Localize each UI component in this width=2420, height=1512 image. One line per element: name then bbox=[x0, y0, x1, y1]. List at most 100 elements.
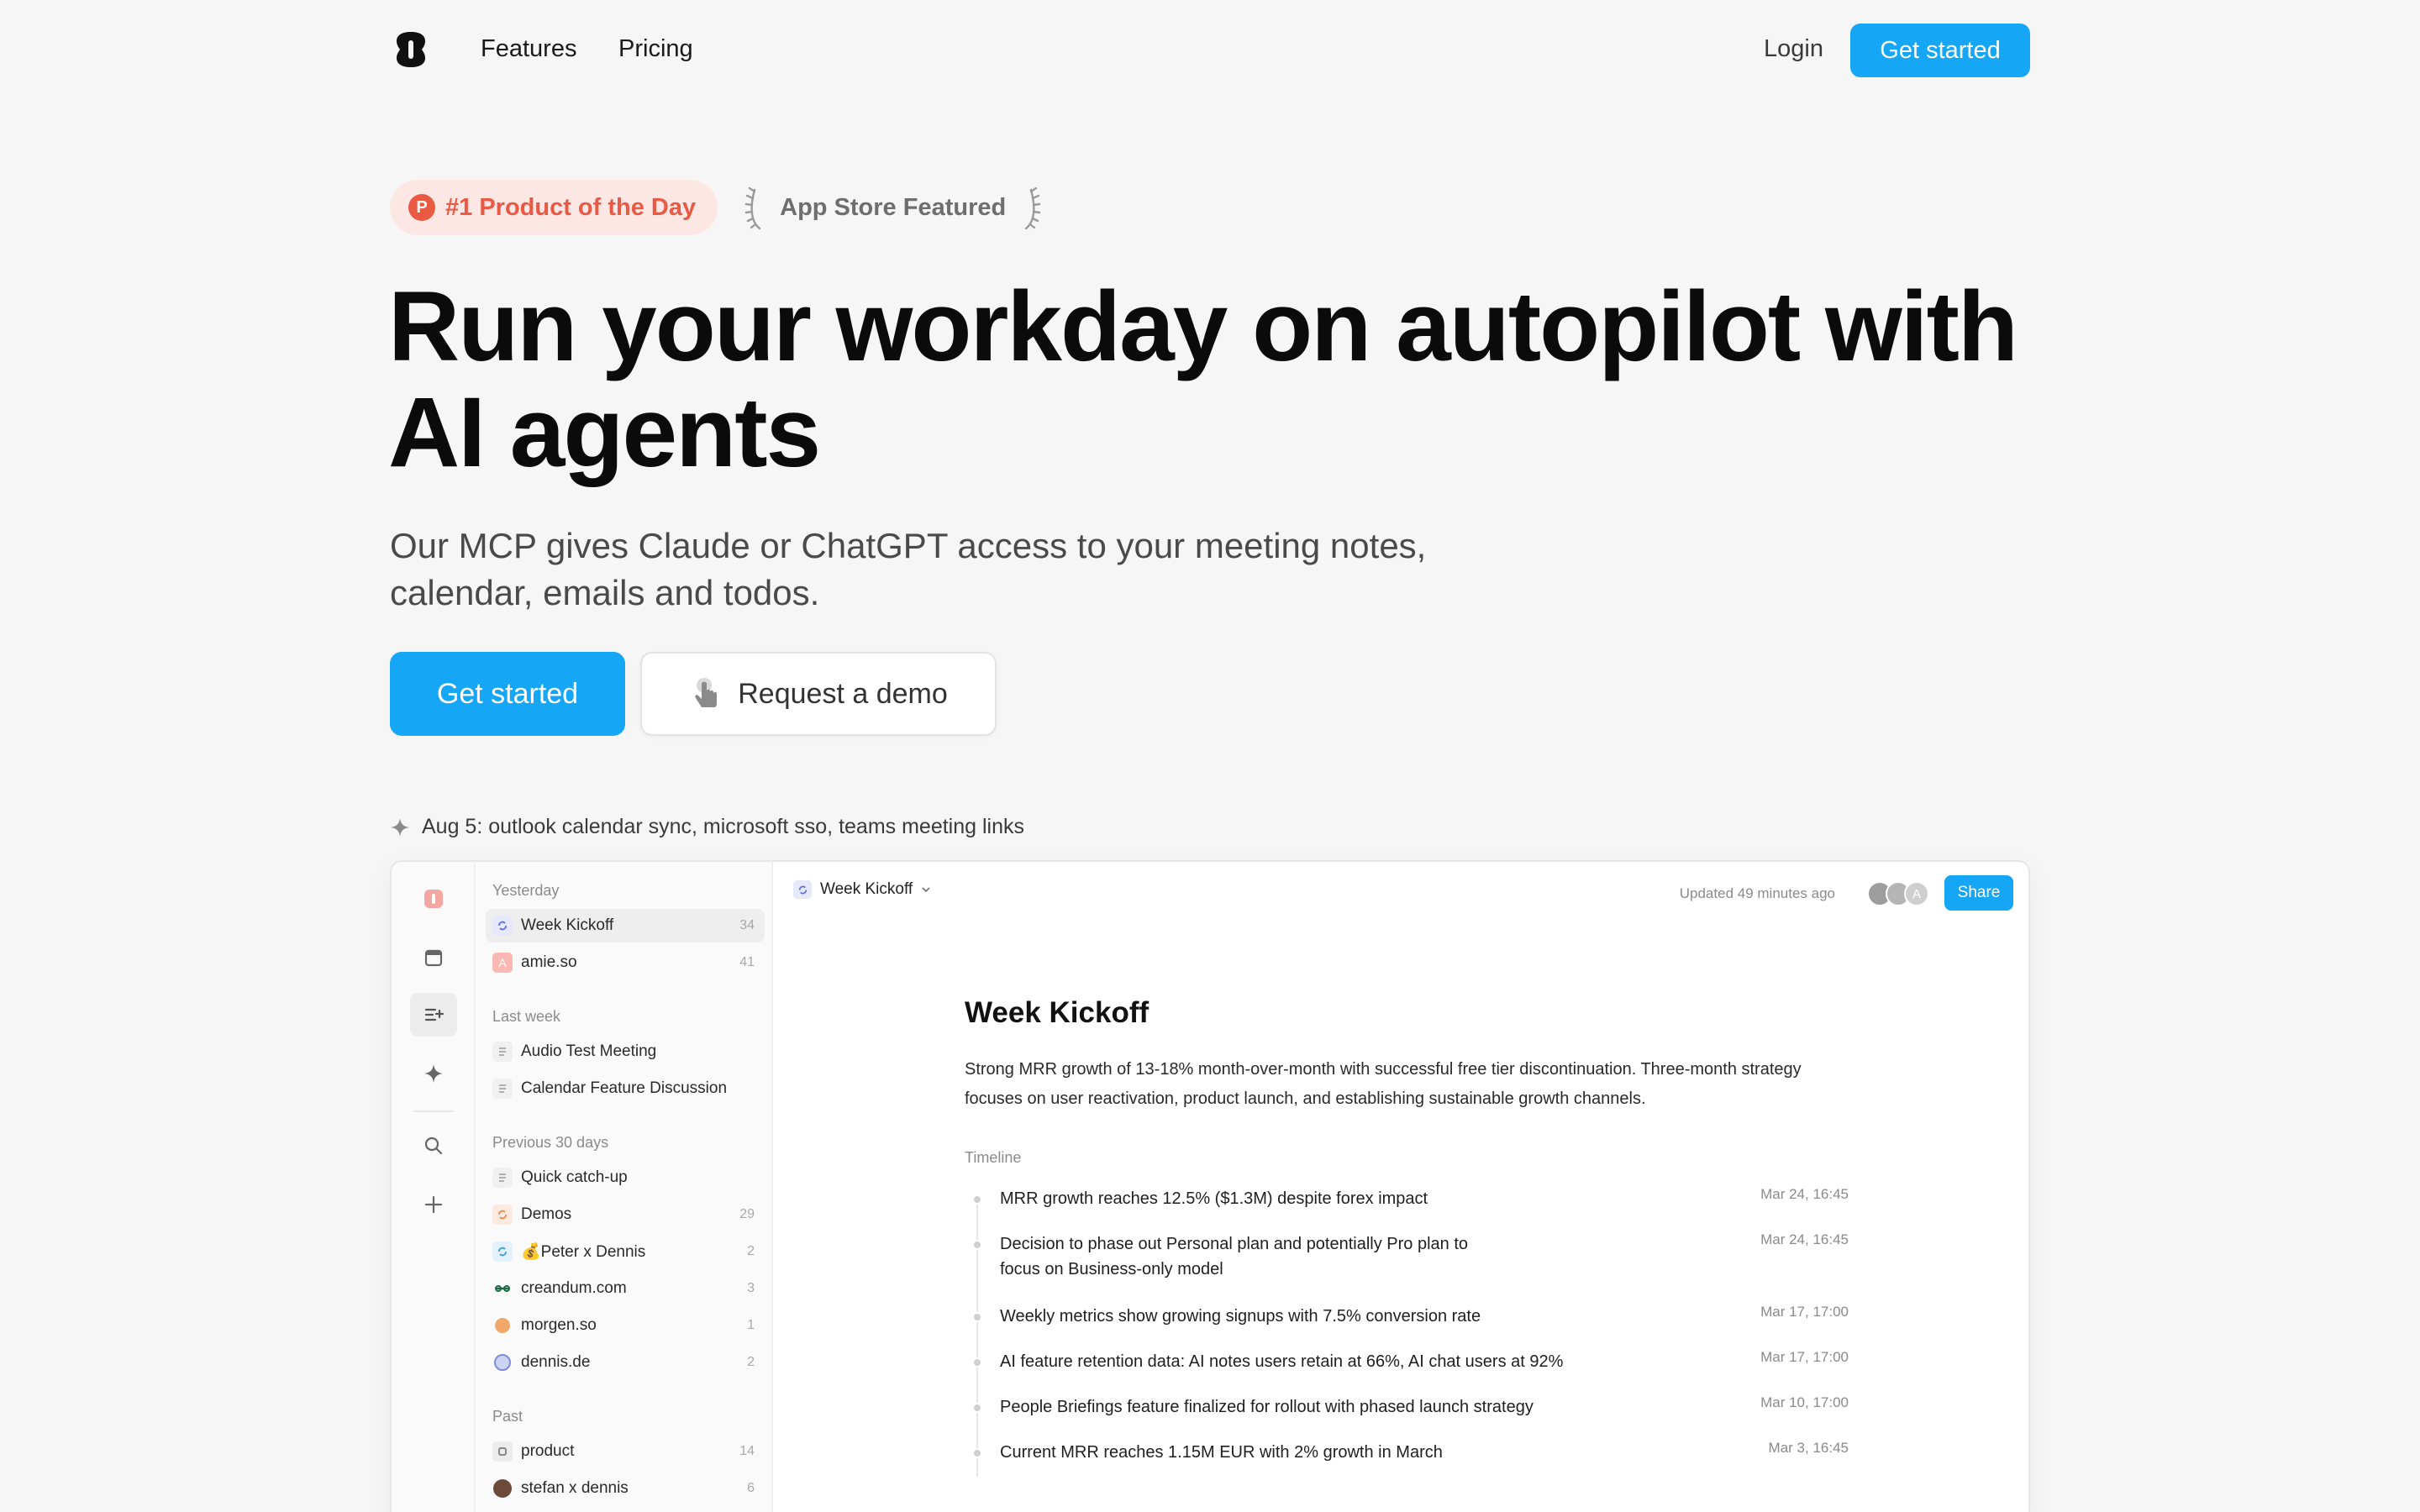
laurel-right-icon bbox=[1025, 186, 1041, 230]
timeline-dot bbox=[972, 1194, 982, 1205]
notes-icon[interactable] bbox=[410, 993, 457, 1037]
pointer-hand-icon bbox=[695, 678, 718, 707]
avatar: A bbox=[1904, 881, 1929, 906]
globe-icon bbox=[492, 1352, 513, 1373]
add-icon[interactable] bbox=[410, 1183, 457, 1226]
note-document: Week Kickoff Updated 49 minutes ago A Sh… bbox=[773, 862, 2028, 1512]
list-item[interactable]: morgen.so 1 bbox=[486, 1309, 765, 1342]
top-nav: Features Pricing Login Get started bbox=[390, 24, 2030, 77]
laurel-left-icon bbox=[744, 186, 761, 230]
changelog-text: Aug 5: outlook calendar sync, microsoft … bbox=[422, 815, 1024, 838]
app-store-badge: App Store Featured bbox=[743, 183, 1043, 232]
hero-headline: Run your workday on autopilot with AI ag… bbox=[388, 274, 2069, 486]
document-toolbar: Week Kickoff Updated 49 minutes ago A Sh… bbox=[793, 875, 2013, 911]
nav-features-link[interactable]: Features bbox=[481, 35, 576, 63]
list-item[interactable]: Week Kickoff 34 bbox=[486, 909, 765, 942]
app-logo-icon[interactable] bbox=[410, 877, 457, 921]
timeline-dot bbox=[972, 1357, 982, 1368]
list-item[interactable]: 💰Peter x Dennis 2 bbox=[486, 1235, 765, 1268]
list-item[interactable]: Audio Test Meeting bbox=[486, 1035, 765, 1068]
note-title-crumb: Week Kickoff bbox=[820, 880, 913, 898]
timeline-date: Mar 24, 16:45 bbox=[1760, 1231, 1849, 1247]
timeline-dot bbox=[972, 1312, 982, 1322]
list-item-count: 41 bbox=[739, 955, 755, 969]
amie-icon: A bbox=[492, 953, 513, 973]
list-item[interactable]: creandum.com 3 bbox=[486, 1272, 765, 1305]
timeline-text: MRR growth reaches 12.5% ($1.3M) despite… bbox=[1000, 1189, 1428, 1208]
nav-get-started-button[interactable]: Get started bbox=[1850, 24, 2030, 77]
timeline-date: Mar 17, 17:00 bbox=[1760, 1304, 1849, 1320]
note-title: Week Kickoff bbox=[965, 996, 1150, 1029]
brand-logo-icon[interactable] bbox=[390, 29, 432, 71]
doc-icon bbox=[492, 1168, 513, 1188]
changelog-link[interactable]: Aug 5: outlook calendar sync, microsoft … bbox=[390, 815, 1024, 839]
request-demo-label: Request a demo bbox=[738, 677, 948, 710]
collaborator-avatars[interactable]: A bbox=[1867, 881, 1929, 906]
sync-icon bbox=[492, 1242, 513, 1262]
list-item[interactable]: stefan x dennis 6 bbox=[486, 1472, 765, 1505]
note-summary: Strong MRR growth of 13-18% month-over-m… bbox=[965, 1060, 1802, 1108]
list-item[interactable]: Quick catch-up bbox=[486, 1161, 765, 1194]
notes-list-sidebar: Yesterday Week Kickoff 34 A amie.so 41 L… bbox=[477, 862, 773, 1512]
list-item-count: 1 bbox=[747, 1318, 755, 1332]
timeline-heading: Timeline bbox=[965, 1149, 1022, 1166]
product-hunt-icon: P bbox=[408, 194, 435, 221]
list-item-title: amie.so bbox=[521, 953, 577, 971]
hero-get-started-button[interactable]: Get started bbox=[390, 652, 625, 736]
sync-icon bbox=[793, 880, 812, 899]
app-icon-rail bbox=[392, 862, 476, 1512]
award-badges: P #1 Product of the Day App Store Featur… bbox=[390, 180, 1043, 235]
list-item-count: 3 bbox=[747, 1281, 755, 1295]
link-icon bbox=[492, 1278, 513, 1299]
avatar-icon bbox=[492, 1478, 513, 1499]
login-link[interactable]: Login bbox=[1764, 35, 1823, 63]
sparkle-icon bbox=[391, 817, 409, 837]
search-icon[interactable] bbox=[410, 1124, 457, 1168]
timeline-dot bbox=[972, 1448, 982, 1458]
share-button[interactable]: Share bbox=[1944, 875, 2013, 911]
calendar-icon[interactable] bbox=[410, 936, 457, 979]
list-item-count: 14 bbox=[739, 1444, 755, 1458]
doc-icon bbox=[492, 1042, 513, 1062]
timeline-text: AI feature retention data: AI notes user… bbox=[1000, 1352, 1564, 1371]
list-item-title: Week Kickoff bbox=[521, 916, 614, 934]
timeline-text: People Briefings feature finalized for r… bbox=[1000, 1398, 1534, 1416]
timeline-date: Mar 24, 16:45 bbox=[1760, 1186, 1849, 1202]
group-label-last-week: Last week bbox=[492, 1008, 561, 1025]
list-item-title: creandum.com bbox=[521, 1279, 627, 1297]
last-updated-text: Updated 49 minutes ago bbox=[1679, 885, 1835, 901]
list-item-count: 2 bbox=[747, 1244, 755, 1258]
list-item[interactable]: dennis.de 2 bbox=[486, 1346, 765, 1379]
square-icon bbox=[492, 1441, 513, 1462]
list-item[interactable]: product 14 bbox=[486, 1435, 765, 1468]
list-item-title: Quick catch-up bbox=[521, 1168, 628, 1186]
list-item[interactable]: Demos 29 bbox=[486, 1198, 765, 1231]
timeline-date: Mar 10, 17:00 bbox=[1760, 1394, 1849, 1410]
note-title-dropdown[interactable]: Week Kickoff bbox=[793, 880, 931, 899]
list-item-title: stefan x dennis bbox=[521, 1479, 629, 1497]
list-item-count: 34 bbox=[739, 918, 755, 932]
app-store-label: App Store Featured bbox=[780, 193, 1007, 221]
list-item-title: Calendar Feature Discussion bbox=[521, 1079, 728, 1097]
ai-sparkle-icon[interactable] bbox=[410, 1052, 457, 1095]
nav-pricing-link[interactable]: Pricing bbox=[618, 35, 693, 63]
list-item-count: 2 bbox=[747, 1355, 755, 1369]
list-item-count: 6 bbox=[747, 1481, 755, 1495]
list-item[interactable]: Calendar Feature Discussion bbox=[486, 1072, 765, 1105]
hero-headline-line2: AI agents bbox=[388, 377, 821, 488]
product-hunt-badge[interactable]: P #1 Product of the Day bbox=[390, 180, 718, 235]
group-label-yesterday: Yesterday bbox=[492, 882, 560, 899]
list-item-title: Audio Test Meeting bbox=[521, 1042, 657, 1060]
timeline-text: Current MRR reaches 1.15M EUR with 2% gr… bbox=[1000, 1443, 1443, 1462]
group-label-past: Past bbox=[492, 1408, 523, 1425]
request-demo-button[interactable]: Request a demo bbox=[640, 652, 997, 736]
timeline-date: Mar 3, 16:45 bbox=[1768, 1440, 1849, 1456]
timeline-text: Decision to phase out Personal plan and … bbox=[1000, 1235, 1469, 1278]
list-item-count: 29 bbox=[739, 1207, 755, 1221]
doc-icon bbox=[492, 1079, 513, 1099]
product-hunt-label: #1 Product of the Day bbox=[445, 193, 697, 221]
app-preview-window: Yesterday Week Kickoff 34 A amie.so 41 L… bbox=[390, 860, 2030, 1512]
list-item[interactable]: A amie.so 41 bbox=[486, 946, 765, 979]
list-item-title: morgen.so bbox=[521, 1316, 597, 1334]
dot-icon bbox=[492, 1315, 513, 1336]
